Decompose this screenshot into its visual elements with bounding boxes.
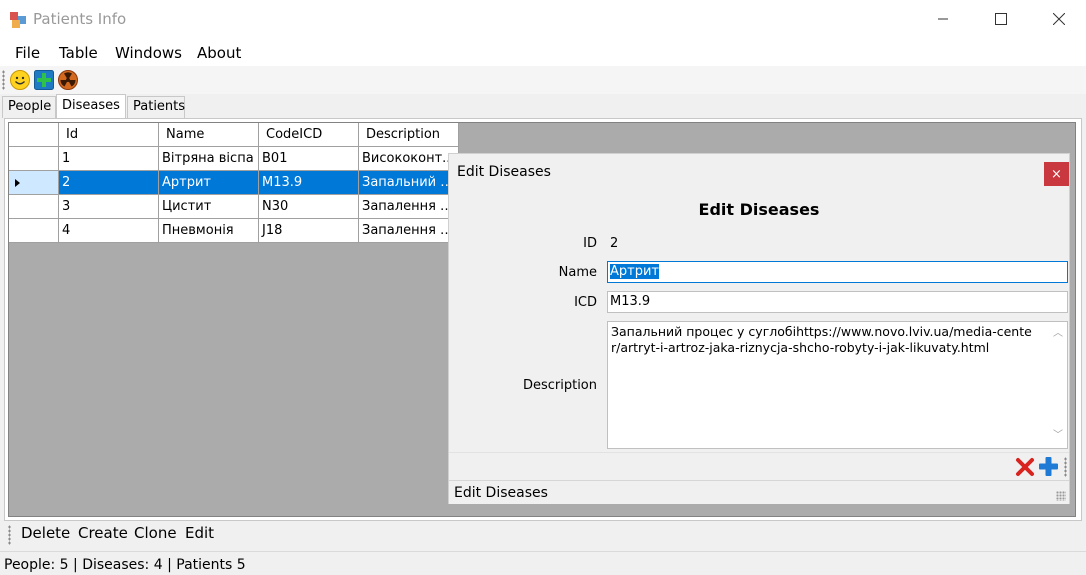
clone-button[interactable]: Clone (134, 524, 177, 542)
description-label: Description (522, 378, 597, 393)
dialog-status-bar: Edit Diseases (449, 480, 1069, 504)
dialog-status-text: Edit Diseases (454, 485, 548, 501)
column-header-id[interactable]: Id (59, 123, 159, 147)
cell-id[interactable]: 3 (59, 195, 159, 219)
cell-name[interactable]: Цистит (159, 195, 259, 219)
name-label: Name (558, 265, 597, 280)
delete-button[interactable]: Delete (21, 524, 70, 542)
name-field-selection: Артрит (610, 264, 659, 279)
row-header[interactable] (9, 171, 59, 195)
smiley-icon[interactable] (9, 69, 31, 91)
window-title: Patients Info (33, 10, 127, 28)
tab-strip: People Diseases Patients (0, 94, 1086, 118)
row-header[interactable] (9, 147, 59, 171)
cell-description[interactable]: Запалення л... (359, 219, 459, 243)
cell-description[interactable]: Висококонт... (359, 147, 459, 171)
close-icon (1053, 13, 1065, 25)
minimize-button[interactable] (920, 0, 966, 38)
dialog-close-button[interactable]: × (1044, 162, 1069, 186)
minimize-icon (938, 18, 948, 20)
cell-name[interactable]: Артрит (159, 171, 259, 195)
description-text: Запальний процес у суглобіhttps://www.no… (611, 324, 1032, 355)
menu-table[interactable]: Table (59, 44, 98, 62)
action-toolbar: Delete Create Clone Edit (0, 521, 1086, 549)
cell-name[interactable]: Пневмонія (159, 219, 259, 243)
cell-codeicd[interactable]: J18 (259, 219, 359, 243)
scroll-down-icon[interactable]: ﹀ (1053, 428, 1063, 444)
menu-file[interactable]: File (15, 44, 40, 62)
toolbar-grip[interactable] (8, 525, 11, 545)
maximize-button[interactable] (978, 0, 1024, 38)
column-header-description[interactable]: Description (359, 123, 459, 147)
add-icon[interactable] (1038, 456, 1059, 477)
cell-id[interactable]: 1 (59, 147, 159, 171)
row-header[interactable] (9, 195, 59, 219)
cell-description[interactable]: Запалення с... (359, 195, 459, 219)
current-row-arrow-icon (15, 179, 20, 187)
column-header-name[interactable]: Name (159, 123, 259, 147)
cell-name[interactable]: Вітряна віспа (159, 147, 259, 171)
cell-id[interactable]: 2 (59, 171, 159, 195)
edit-diseases-dialog: Edit Diseases × Edit Diseases ID 2 Name … (448, 153, 1070, 504)
menu-bar: File Table Windows About (0, 38, 1086, 66)
name-field[interactable]: Артрит (607, 261, 1068, 283)
status-bar: People: 5 | Diseases: 4 | Patients 5 (0, 551, 1086, 575)
grid-corner-header[interactable] (9, 123, 59, 147)
dialog-title: Edit Diseases (457, 164, 551, 180)
id-label: ID (583, 236, 597, 251)
maximize-icon (995, 13, 1007, 25)
app-icon (10, 12, 26, 28)
dialog-form: Edit Diseases ID 2 Name Артрит ICD M13.9… (449, 190, 1069, 452)
status-text: People: 5 | Diseases: 4 | Patients 5 (4, 557, 246, 573)
toolbar-grip[interactable] (1064, 457, 1067, 477)
cancel-icon[interactable] (1015, 457, 1035, 477)
menu-windows[interactable]: Windows (115, 44, 182, 62)
row-header[interactable] (9, 219, 59, 243)
create-button[interactable]: Create (78, 524, 128, 542)
title-bar: Patients Info (0, 0, 1086, 38)
resize-grip[interactable] (1056, 491, 1066, 501)
description-textarea[interactable]: Запальний процес у суглобіhttps://www.no… (607, 321, 1068, 449)
cell-codeicd[interactable]: N30 (259, 195, 359, 219)
tab-patients[interactable]: Patients (127, 96, 185, 118)
cell-description[interactable]: Запальний п... (359, 171, 459, 195)
menu-about[interactable]: About (197, 44, 241, 62)
toolbar-grip[interactable] (2, 70, 5, 90)
icd-label: ICD (574, 295, 597, 310)
toolbar (0, 66, 1086, 94)
dialog-toolbar (449, 452, 1069, 480)
edit-button[interactable]: Edit (185, 524, 214, 542)
add-icon[interactable] (33, 69, 55, 91)
icd-field[interactable]: M13.9 (607, 291, 1068, 313)
dialog-title-bar[interactable]: Edit Diseases × (449, 154, 1069, 190)
tab-diseases[interactable]: Diseases (56, 94, 126, 118)
tab-people[interactable]: People (2, 96, 56, 118)
cell-codeicd[interactable]: B01 (259, 147, 359, 171)
scroll-up-icon[interactable]: ︿ (1053, 326, 1063, 342)
form-heading: Edit Diseases (698, 200, 820, 219)
radiation-icon[interactable] (57, 69, 79, 91)
description-scrollbar[interactable]: ︿ ﹀ (1050, 322, 1067, 448)
cell-codeicd[interactable]: M13.9 (259, 171, 359, 195)
id-value: 2 (610, 236, 619, 251)
close-window-button[interactable] (1036, 0, 1082, 38)
column-header-codeicd[interactable]: CodeICD (259, 123, 359, 147)
cell-id[interactable]: 4 (59, 219, 159, 243)
